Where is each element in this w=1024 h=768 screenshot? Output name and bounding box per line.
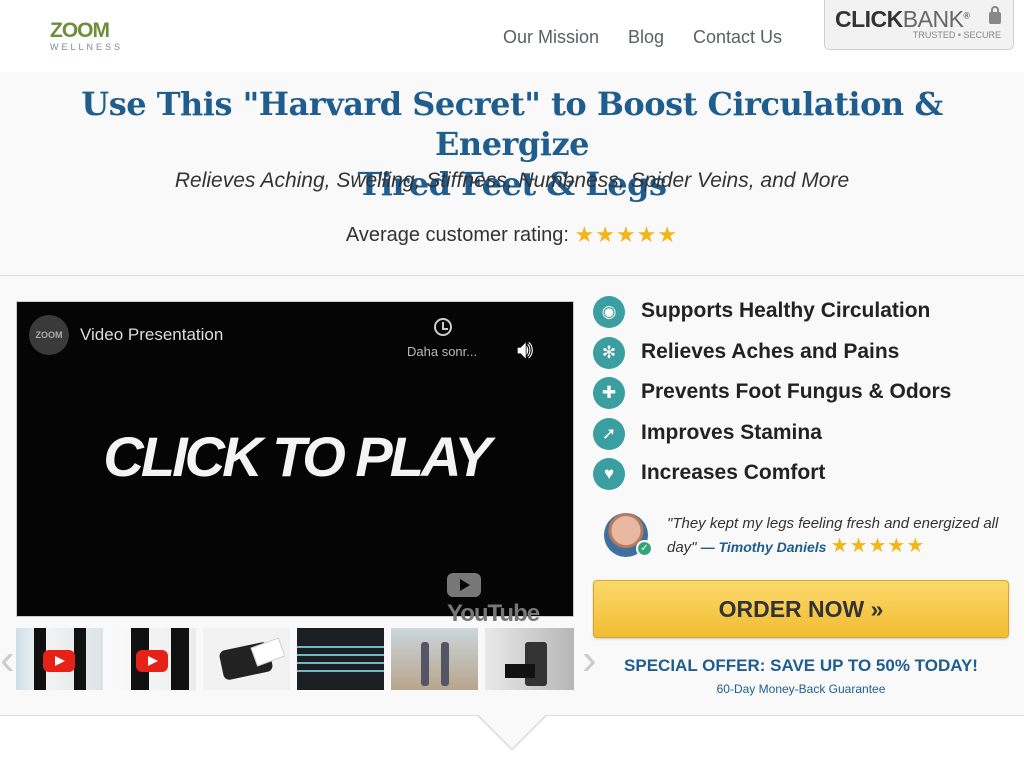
scroll-down-chevron-icon[interactable]: [477, 715, 547, 751]
thumb-figure: [441, 642, 449, 686]
shield-plus-icon: ✚: [593, 377, 625, 409]
clickbank-badge[interactable]: CLICKBANK® TRUSTED • SECURE: [824, 0, 1014, 50]
thumb-stripe: [297, 670, 384, 672]
volume-icon[interactable]: 🔊︎: [517, 334, 533, 366]
feature-label: Prevents Foot Fungus & Odors: [641, 380, 952, 403]
feature-item: ➚ Improves Stamina: [593, 418, 1013, 452]
lock-icon: [989, 6, 1001, 24]
thumbs-prev-arrow-icon[interactable]: ‹: [0, 638, 15, 682]
rating-stars-icon: ★★★★★: [574, 222, 679, 247]
thumbnail-video-2[interactable]: [109, 628, 196, 690]
thumbnail-image-5[interactable]: [391, 628, 478, 690]
clock-icon[interactable]: [434, 318, 452, 336]
site-header: ZOOM WELLNESS Our Mission Blog Contact U…: [0, 0, 1024, 72]
heart-hand-icon: ♥: [593, 458, 625, 490]
guarantee-text: 60-Day Money-Back Guarantee: [716, 682, 886, 696]
feature-label: Increases Comfort: [641, 461, 826, 484]
thumbnail-image-4[interactable]: [297, 628, 384, 690]
thumbnail-carousel: [16, 628, 574, 690]
thumb-stripe: [297, 654, 384, 656]
nav-our-mission[interactable]: Our Mission: [503, 27, 599, 48]
nav-contact-us[interactable]: Contact Us: [693, 27, 782, 48]
special-offer-text: SPECIAL OFFER: SAVE UP TO 50% TODAY!: [624, 656, 978, 675]
thumbnail-image-3[interactable]: [203, 628, 290, 690]
verified-check-icon: ✓: [636, 540, 653, 557]
clickbank-light: BANK: [902, 6, 964, 32]
clickbank-subtext: TRUSTED • SECURE: [912, 30, 1001, 40]
order-now-button[interactable]: ORDER NOW »: [593, 580, 1009, 638]
youtube-play-icon: [447, 573, 481, 597]
page-subtitle: Relieves Aching, Swelling, Stiffness, Nu…: [174, 169, 850, 192]
testimonial: "They kept my legs feeling fresh and ene…: [667, 512, 1007, 559]
youtube-logo[interactable]: YouTube: [447, 572, 573, 628]
feature-item: ✻ Relieves Aches and Pains: [593, 337, 1013, 371]
thumb-stripe: [297, 646, 384, 648]
feature-item: ✚ Prevents Foot Fungus & Odors: [593, 377, 1013, 411]
clickbank-name: CLICKBANK®: [835, 6, 970, 33]
youtube-play-icon: [43, 650, 75, 672]
channel-logo[interactable]: ZOOM: [29, 315, 69, 355]
feature-label: Relieves Aches and Pains: [641, 340, 900, 363]
customer-rating: Average customer rating: ★★★★★: [0, 222, 1024, 248]
nav-blog[interactable]: Blog: [628, 27, 664, 48]
thumb-figure: [421, 642, 429, 686]
thumb-figure: [74, 628, 86, 690]
rating-label: Average customer rating:: [345, 224, 569, 246]
watch-later-label[interactable]: Daha sonr...: [407, 344, 477, 359]
snowflake-icon: ✻: [593, 337, 625, 369]
click-to-play-overlay[interactable]: CLICK TO PLAY: [17, 424, 575, 489]
thumb-stripe: [297, 662, 384, 664]
thumbnail-image-6[interactable]: [485, 628, 574, 690]
feature-label: Supports Healthy Circulation: [641, 299, 931, 322]
logo-sub-text: WELLNESS: [50, 42, 124, 52]
runner-icon: ➚: [593, 418, 625, 450]
thumb-figure: [171, 628, 189, 690]
logo-main-text: ZOOM: [50, 19, 110, 42]
thumb-box: [250, 637, 286, 667]
feature-label: Improves Stamina: [641, 421, 822, 444]
youtube-wordmark: YouTube: [447, 600, 540, 627]
video-title[interactable]: Video Presentation: [80, 325, 223, 345]
feature-item: ◉ Supports Healthy Circulation: [593, 296, 1013, 330]
thumbnail-video-1[interactable]: [16, 628, 103, 690]
video-player[interactable]: ZOOM Video Presentation Daha sonr... 🔊︎ …: [16, 301, 575, 627]
title-line-1: Use This "Harvard Secret" to Boost Circu…: [81, 85, 943, 163]
testimonial-stars-icon: ★★★★★: [830, 535, 926, 557]
clickbank-registered: ®: [963, 10, 970, 21]
youtube-play-icon: [136, 650, 168, 672]
feature-item: ♥ Increases Comfort: [593, 458, 1013, 492]
zoom-wellness-logo[interactable]: ZOOM WELLNESS: [50, 20, 122, 56]
testimonial-author: — Timothy Daniels: [700, 539, 827, 555]
clickbank-bold: CLICK: [835, 6, 903, 32]
drop-icon: ◉: [593, 296, 625, 328]
thumb-figure: [505, 664, 535, 678]
